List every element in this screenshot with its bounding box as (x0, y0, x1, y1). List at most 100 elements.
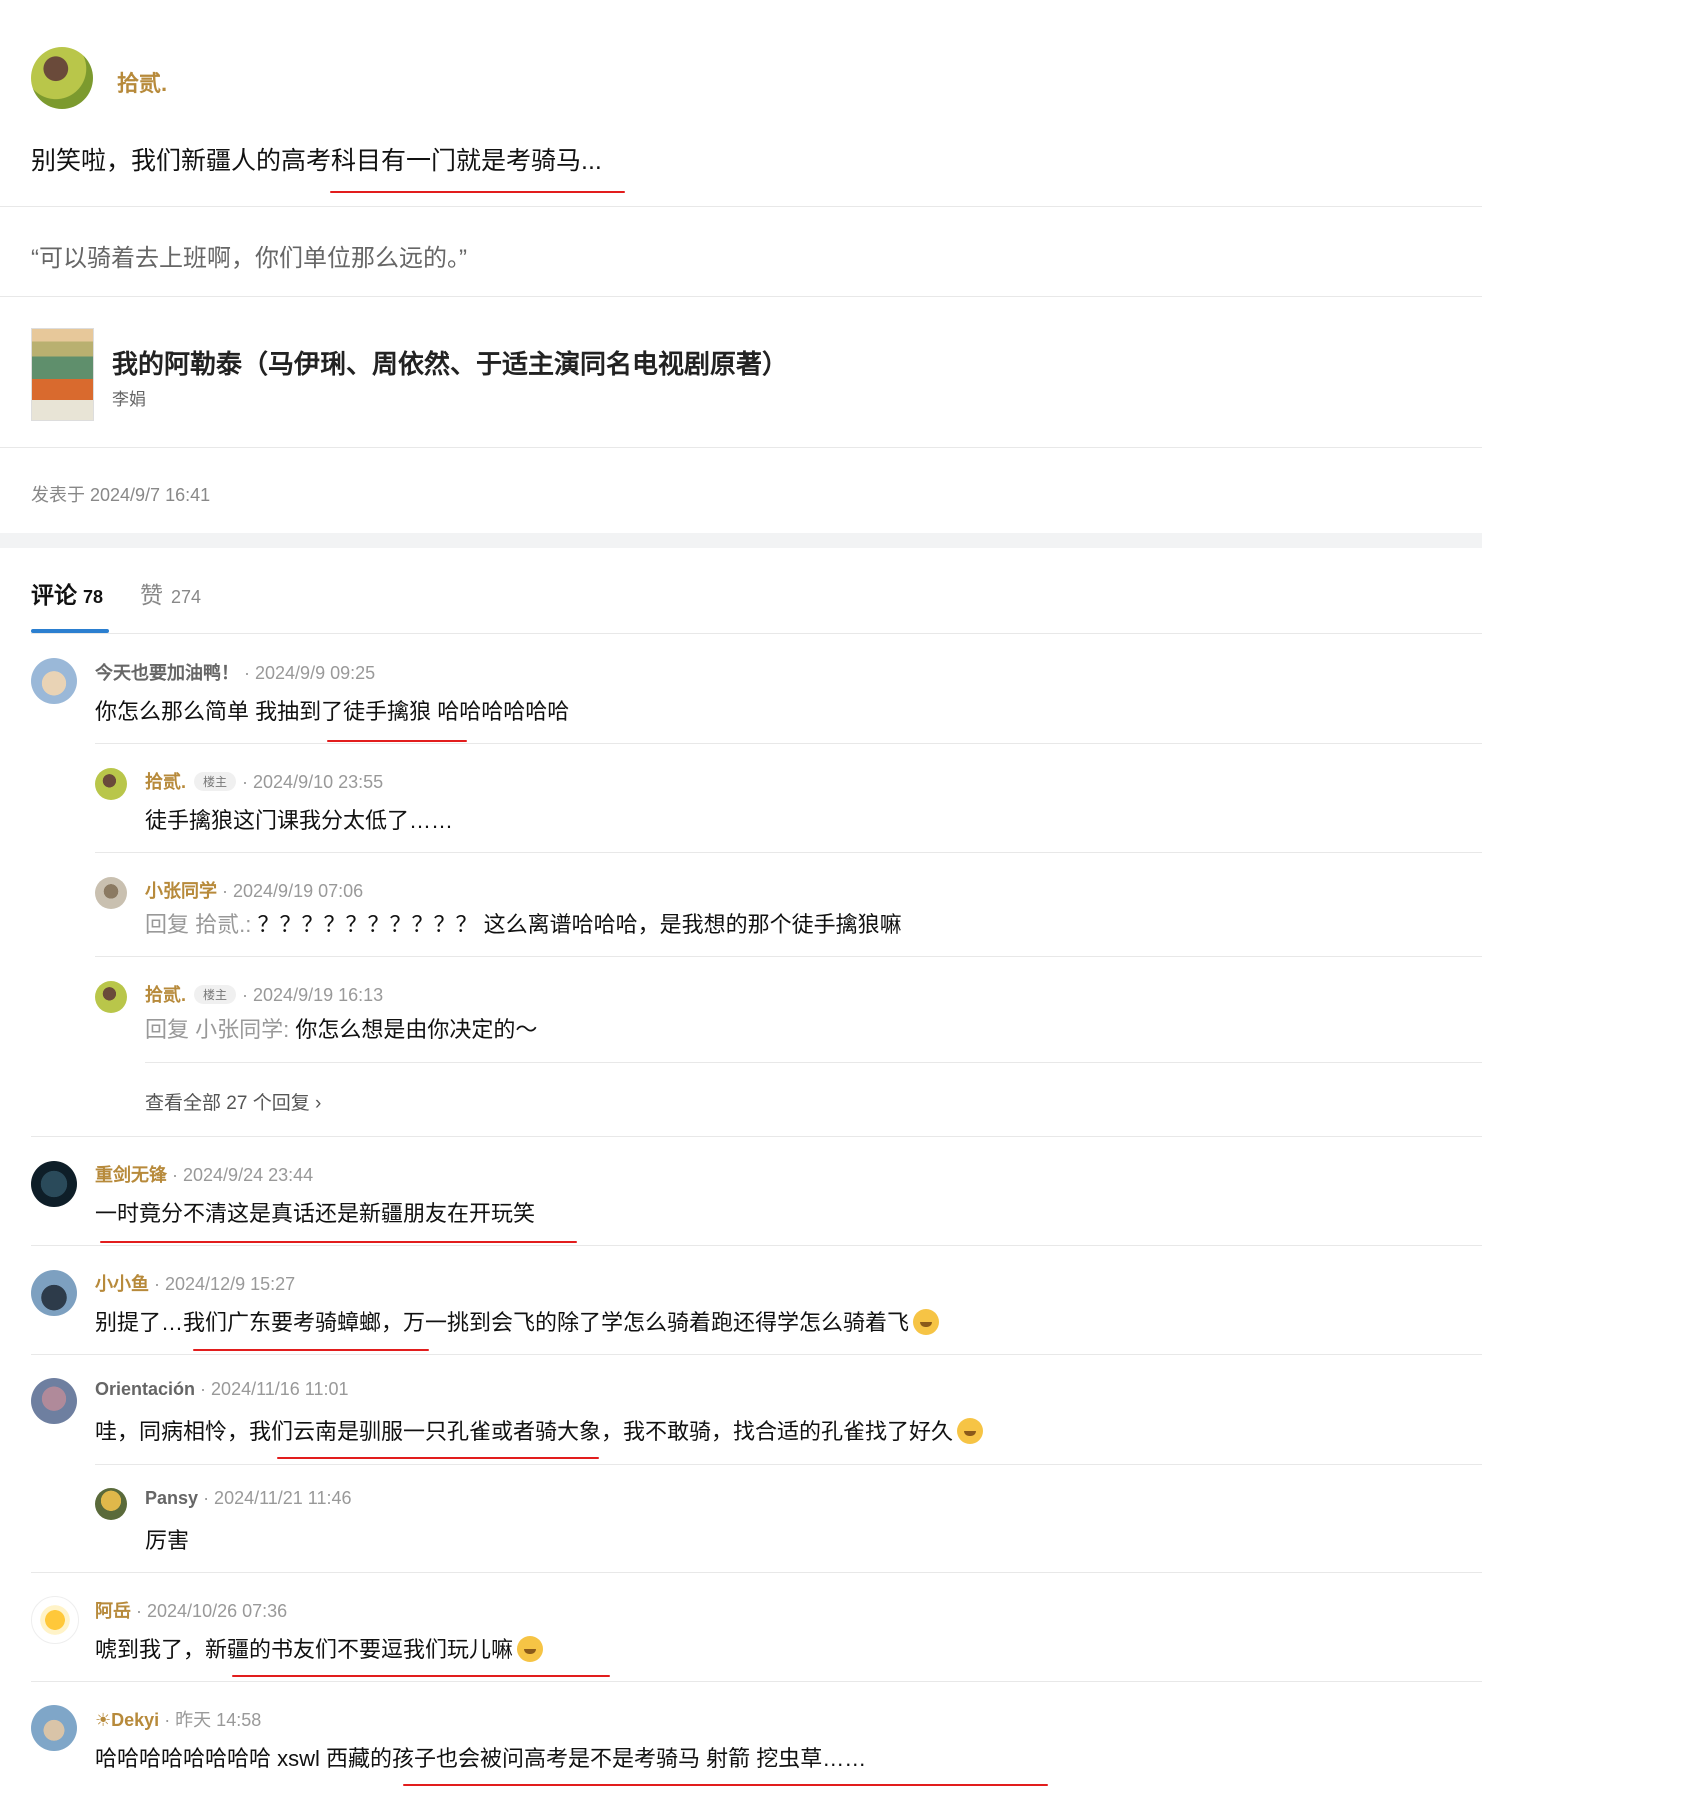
section-band (0, 533, 1482, 548)
comment-meta: 小小鱼 · 2024/12/9 15:27 (95, 1270, 295, 1296)
comment-text: 一时竟分不清这是真话还是新疆朋友在开玩笑 (95, 1201, 536, 1226)
reply-author[interactable]: 拾贰. (145, 772, 186, 792)
owner-badge: 楼主 (194, 985, 237, 1004)
reply-body: ？？？？？？？？？？ 这么离谱哈哈哈，是我想的那个徒手擒狼嘛 (257, 912, 902, 937)
divider (31, 1245, 1482, 1246)
comment-text: 你怎么那么简单 我抽到了徒手擒狼 哈哈哈哈哈哈 (95, 699, 570, 724)
reply-text: 回复 小张同学: 你怎么想是由你决定的～ (145, 1012, 537, 1044)
comment-body: 哇，同病相怜，我们云南是驯服一只孔雀或者骑大象，我不敢骑，找合适的孔雀找了好久 (95, 1419, 954, 1444)
annotation-underline (327, 740, 467, 742)
annotation-underline (232, 1675, 610, 1677)
reply-body: 你怎么想是由你决定的～ (295, 1017, 538, 1042)
comment-text: 哇，同病相怜，我们云南是驯服一只孔雀或者骑大象，我不敢骑，找合适的孔雀找了好久 (95, 1414, 984, 1446)
reply-avatar[interactable] (95, 1488, 127, 1520)
owner-badge: 楼主 (194, 772, 237, 791)
comment-body: 别提了…我们广东要考骑蟑螂，万一挑到会飞的除了学怎么骑着跑还得学怎么骑着飞 (95, 1310, 910, 1335)
comment-avatar[interactable] (31, 1596, 79, 1644)
tab-likes[interactable]: 赞 274 (140, 576, 201, 610)
divider (31, 1681, 1482, 1682)
comment-avatar[interactable] (31, 1161, 77, 1207)
reply-text: 回复 拾贰.: ？？？？？？？？？？ 这么离谱哈哈哈，是我想的那个徒手擒狼嘛 (145, 907, 902, 939)
comment-meta: ☀Dekyi · 昨天 14:58 (95, 1706, 261, 1732)
comment-avatar[interactable] (31, 1270, 77, 1316)
comment-meta: 今天也要加油鸭！ · 2024/9/9 09:25 (95, 659, 375, 685)
divider (95, 1464, 1482, 1465)
tab-comments[interactable]: 评论 78 (31, 576, 103, 610)
divider (31, 1572, 1482, 1573)
tab-likes-count: 274 (171, 587, 202, 607)
reply-time: · 2024/11/21 11:46 (203, 1488, 352, 1508)
reply-target[interactable]: 回复 小张同学: (145, 1017, 295, 1042)
comment-author[interactable]: ☀Dekyi (95, 1710, 159, 1730)
view-all-replies-link[interactable]: 查看全部 27 个回复 › (145, 1088, 321, 1115)
comment-author[interactable]: 今天也要加油鸭！ (95, 663, 239, 683)
divider (95, 852, 1482, 853)
divider (31, 1136, 1482, 1137)
comment-meta: 重剑无锋 · 2024/9/24 23:44 (95, 1161, 313, 1187)
reply-meta: Pansy · 2024/11/21 11:46 (145, 1488, 352, 1509)
post-body-text: 别笑啦，我们新疆人的高考科目有一门就是考骑马... (31, 147, 602, 175)
reply-time: · 2024/9/10 23:55 (242, 772, 384, 792)
divider (0, 206, 1482, 207)
comment-author[interactable]: 重剑无锋 (95, 1165, 167, 1185)
comment-time: · 2024/9/24 23:44 (172, 1165, 314, 1185)
reply-avatar[interactable] (95, 981, 127, 1013)
comment-avatar[interactable] (31, 658, 77, 704)
comment-author[interactable]: 阿岳 (95, 1601, 131, 1621)
comment-text: 唬到我了，新疆的书友们不要逗我们玩儿嘛 (95, 1632, 544, 1664)
comment-time: · 昨天 14:58 (164, 1710, 262, 1730)
annotation-underline (403, 1784, 1048, 1786)
post-author-avatar[interactable] (31, 47, 93, 109)
comment-author[interactable]: Orientación (95, 1379, 195, 1399)
comment-avatar[interactable] (31, 1705, 77, 1751)
annotation-underline (277, 1457, 599, 1459)
comment-time: · 2024/10/26 07:36 (136, 1601, 288, 1621)
book-title[interactable]: 我的阿勒泰（马伊琍、周依然、于适主演同名电视剧原著） (112, 344, 788, 381)
divider (0, 296, 1482, 297)
book-quote: “可以骑着去上班啊，你们单位那么远的。” (31, 245, 467, 272)
comment-body: 唬到我了，新疆的书友们不要逗我们玩儿嘛 (95, 1637, 514, 1662)
post-author-name[interactable]: 拾贰. (117, 66, 167, 98)
post-timestamp: 发表于 2024/9/7 16:41 (31, 485, 211, 505)
thinking-emoji-icon (517, 1636, 544, 1662)
comment-author[interactable]: 小小鱼 (95, 1274, 149, 1294)
tab-likes-label: 赞 (140, 582, 163, 608)
reply-author[interactable]: Pansy (145, 1488, 198, 1508)
crying-emoji-icon (913, 1309, 940, 1335)
reply-avatar[interactable] (95, 877, 127, 909)
reply-target[interactable]: 回复 拾贰.: (145, 912, 257, 937)
reply-meta: 拾贰. 楼主 · 2024/9/19 16:13 (145, 981, 383, 1007)
divider (145, 1062, 1482, 1063)
reply-text: 徒手擒狼这门课我分太低了…… (145, 808, 454, 833)
comment-time: · 2024/9/9 09:25 (244, 663, 376, 683)
comment-time: · 2024/12/9 15:27 (154, 1274, 296, 1294)
book-author: 李娟 (112, 390, 146, 409)
divider (31, 1354, 1482, 1355)
reply-meta: 拾贰. 楼主 · 2024/9/10 23:55 (145, 768, 383, 794)
book-cover-image[interactable] (31, 328, 94, 421)
reply-time: · 2024/9/19 07:06 (222, 881, 364, 901)
divider (31, 633, 1482, 634)
annotation-underline (193, 1349, 429, 1351)
annotation-underline (100, 1241, 577, 1243)
divider (95, 743, 1482, 744)
reply-meta: 小张同学 · 2024/9/19 07:06 (145, 877, 363, 903)
reply-text: 厉害 (145, 1528, 190, 1553)
crying-emoji-icon (957, 1418, 984, 1444)
reply-author[interactable]: 小张同学 (145, 881, 217, 901)
annotation-underline (330, 191, 625, 193)
page-margin (1482, 0, 1702, 1802)
comment-avatar[interactable] (31, 1378, 77, 1424)
tab-comments-count: 78 (83, 587, 104, 607)
comment-time: · 2024/11/16 11:01 (200, 1379, 349, 1399)
reply-author[interactable]: 拾贰. (145, 985, 186, 1005)
reply-avatar[interactable] (95, 768, 127, 800)
tab-comments-label: 评论 (31, 582, 77, 608)
comment-meta: Orientación · 2024/11/16 11:01 (95, 1379, 349, 1400)
comment-meta: 阿岳 · 2024/10/26 07:36 (95, 1597, 287, 1623)
comment-text: 哈哈哈哈哈哈哈哈 xswl 西藏的孩子也会被问高考是不是考骑马 射箭 挖虫草…… (95, 1746, 867, 1771)
comment-text: 别提了…我们广东要考骑蟑螂，万一挑到会飞的除了学怎么骑着跑还得学怎么骑着飞 (95, 1305, 940, 1337)
divider (95, 956, 1482, 957)
divider (0, 447, 1482, 448)
reply-time: · 2024/9/19 16:13 (242, 985, 384, 1005)
